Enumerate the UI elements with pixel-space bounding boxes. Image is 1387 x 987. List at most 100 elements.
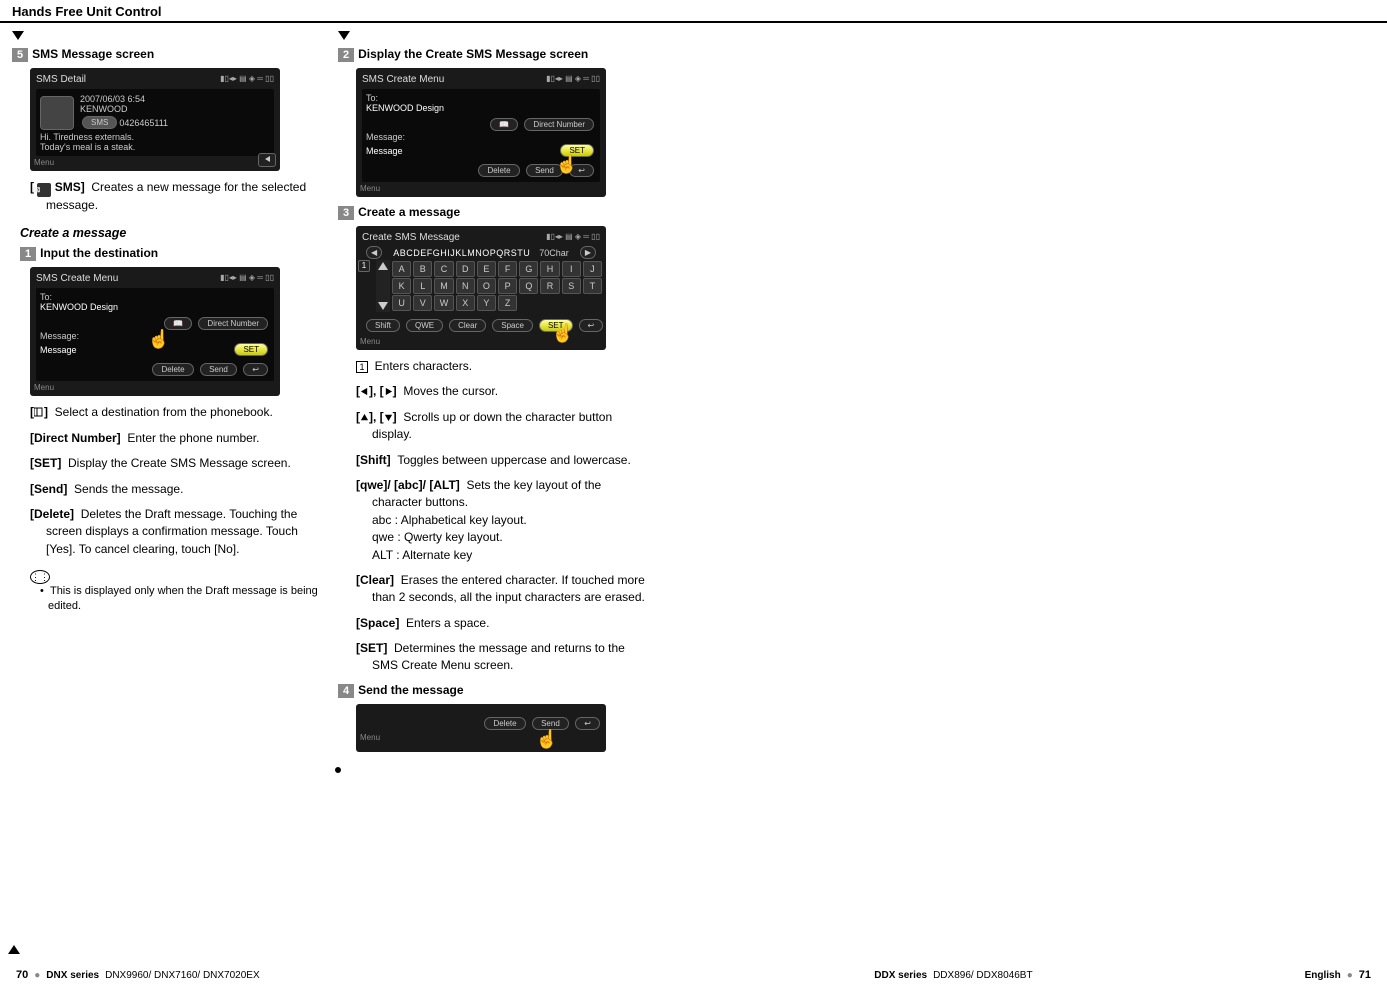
key-h[interactable]: H — [540, 261, 559, 277]
set-desc: [SET] Display the Create SMS Message scr… — [30, 455, 322, 472]
key-b[interactable]: B — [413, 261, 432, 277]
callout-1-marker: 1 — [358, 260, 370, 272]
back-button[interactable]: ↩ — [243, 363, 268, 376]
key-t[interactable]: T — [583, 278, 602, 294]
key-row-3: UVWXYZ — [392, 295, 602, 311]
delete-desc: [Delete] Deletes the Draft message. Touc… — [30, 506, 322, 558]
key-f[interactable]: F — [498, 261, 517, 277]
to-value: KENWOOD Design — [366, 103, 596, 113]
ss-title-text: SMS Detail — [36, 74, 86, 85]
to-label: To: — [40, 292, 270, 302]
set-key-desc: [SET] Determines the message and returns… — [356, 640, 648, 675]
key-g[interactable]: G — [519, 261, 538, 277]
step-5-label: SMS Message screen — [32, 47, 154, 61]
qwe-button[interactable]: QWE — [406, 319, 443, 332]
cursor-right-button[interactable]: ▶ — [580, 246, 596, 259]
key-w[interactable]: W — [434, 295, 453, 311]
ddx-series-models: DDX896/ DDX8046BT — [933, 970, 1033, 981]
send-desc: [Send] Sends the message. — [30, 481, 322, 498]
key-j[interactable]: J — [583, 261, 602, 277]
key-i[interactable]: I — [562, 261, 581, 277]
left-column: 5SMS Message screen SMS Detail ▮▯◂▸ ▤ ◈ ═… — [12, 31, 322, 987]
key-row-1: ABCDEFGHIJ — [392, 261, 602, 277]
to-label: To: — [366, 93, 596, 103]
scroll-down-icon — [378, 302, 388, 310]
create-sms-keyboard-screenshot: Create SMS Message▮▯◂▸ ▤ ◈ ═ ▯▯ ◀ ABCDEF… — [356, 226, 606, 350]
sms-new-icon: ✉ — [37, 183, 51, 197]
continuation-dot-icon — [335, 767, 341, 773]
step-3-label: Create a message — [358, 205, 460, 219]
direct-number-button[interactable]: Direct Number — [198, 317, 268, 330]
phonebook-desc: [] Select a destination from the phonebo… — [30, 404, 322, 421]
key-x[interactable]: X — [456, 295, 475, 311]
clear-desc: [Clear] Erases the entered character. If… — [356, 572, 648, 607]
sms-detail-screenshot: SMS Detail▮▯◂▸ ▤ ◈ ═ ▯▯ 2007/06/03 6:54 … — [30, 68, 280, 171]
key-d[interactable]: D — [456, 261, 475, 277]
key-e[interactable]: E — [477, 261, 496, 277]
detail-name: KENWOOD — [80, 104, 168, 114]
key-u[interactable]: U — [392, 295, 411, 311]
space-button[interactable]: Space — [492, 319, 533, 332]
key-q[interactable]: Q — [519, 278, 538, 294]
step-1-heading: 1Input the destination — [20, 246, 322, 261]
key-k[interactable]: K — [392, 278, 411, 294]
key-z[interactable]: Z — [498, 295, 517, 311]
message-label: Message: — [366, 132, 596, 142]
key-s[interactable]: S — [562, 278, 581, 294]
back-button[interactable] — [258, 153, 276, 167]
triangle-left-icon — [360, 387, 369, 396]
to-value: KENWOOD Design — [40, 302, 270, 312]
shift-button[interactable]: Shift — [366, 319, 400, 332]
step-number-4: 4 — [338, 684, 354, 698]
key-l[interactable]: L — [413, 278, 432, 294]
step-4-heading: 4 Send the message — [338, 683, 648, 698]
detail-datetime: 2007/06/03 6:54 — [80, 94, 168, 104]
menu-label: Menu — [360, 733, 602, 742]
space-desc: [Space] Enters a space. — [356, 615, 648, 632]
back-button[interactable]: ↩ — [575, 717, 600, 730]
phonebook-icon — [34, 407, 44, 417]
clear-button[interactable]: Clear — [449, 319, 486, 332]
touch-cursor-icon: ☝ — [148, 329, 170, 350]
step-number-3: 3 — [338, 206, 354, 220]
back-button[interactable]: ↩ — [579, 319, 604, 332]
scroll-up-down[interactable] — [376, 260, 390, 312]
status-icons: ▮▯◂▸ ▤ ◈ ═ ▯▯ — [220, 74, 274, 85]
key-v[interactable]: V — [413, 295, 432, 311]
sms-badge: SMS — [82, 116, 117, 129]
key-y[interactable]: Y — [477, 295, 496, 311]
step-2-label: Display the Create SMS Message screen — [358, 47, 588, 61]
key-m[interactable]: M — [434, 278, 453, 294]
triangle-up-icon — [360, 413, 369, 422]
step-2-heading: 2Display the Create SMS Message screen — [338, 47, 648, 62]
key-o[interactable]: O — [477, 278, 496, 294]
direct-number-button[interactable]: Direct Number — [524, 118, 594, 131]
key-n[interactable]: N — [456, 278, 475, 294]
step-4-label: Send the message — [358, 683, 463, 697]
page-number-left: 70 — [16, 969, 28, 981]
delete-button[interactable]: Delete — [152, 363, 193, 376]
delete-button[interactable]: Delete — [478, 164, 519, 177]
send-button[interactable]: Send — [200, 363, 237, 376]
touch-cursor-icon: ☝ — [536, 729, 558, 750]
phonebook-button[interactable]: 📖 — [490, 118, 518, 131]
send-message-screenshot: Delete Send ↩ Menu ☝ — [356, 704, 606, 752]
key-p[interactable]: P — [498, 278, 517, 294]
key-r[interactable]: R — [540, 278, 559, 294]
right-column: 2Display the Create SMS Message screen S… — [338, 31, 648, 987]
status-icons: ▮▯◂▸ ▤ ◈ ═ ▯▯ — [220, 273, 274, 284]
step-5-heading: 5SMS Message screen — [12, 47, 322, 62]
status-icons: ▮▯◂▸ ▤ ◈ ═ ▯▯ — [546, 232, 600, 243]
key-a[interactable]: A — [392, 261, 411, 277]
callout-1-desc: 1 Enters characters. — [356, 358, 648, 375]
ss-create-title2: SMS Create Menu — [362, 74, 444, 85]
set-button[interactable]: SET — [234, 343, 268, 356]
page-number-right: 71 — [1359, 969, 1371, 981]
delete-button[interactable]: Delete — [484, 717, 525, 730]
cursor-left-button[interactable]: ◀ — [366, 246, 382, 259]
detail-body-line2: Today's meal is a steak. — [40, 142, 270, 152]
key-row-2: KLMNOPQRST — [392, 278, 602, 294]
key-c[interactable]: C — [434, 261, 453, 277]
menu-label: Menu — [34, 158, 276, 167]
step-1-label: Input the destination — [40, 246, 158, 260]
